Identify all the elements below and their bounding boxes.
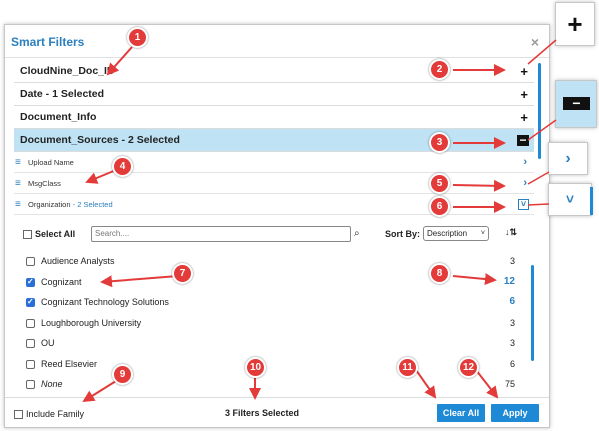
arrow-1: [106, 46, 133, 76]
connector-plus: [527, 39, 557, 65]
connector-chevron-down: [527, 203, 550, 206]
callout-8: 8: [429, 263, 450, 284]
callout-3: 3: [429, 132, 450, 153]
callout-11: 11: [397, 357, 418, 378]
arrow-7: [100, 275, 179, 288]
annotation-arrows: [82, 39, 557, 403]
callout-9: 9: [112, 364, 133, 385]
callout-2: 2: [429, 59, 450, 80]
arrow-12: [475, 369, 499, 399]
callout-5: 5: [429, 173, 450, 194]
callout-6: 6: [429, 196, 450, 217]
arrow-8: [452, 273, 497, 286]
arrow-5: [452, 179, 506, 192]
callout-7: 7: [172, 263, 193, 284]
stage: Smart Filters × CloudNine_Doc_ID + Date …: [0, 0, 599, 431]
arrow-4: [85, 169, 117, 184]
callout-12: 12: [458, 357, 479, 378]
callout-1: 1: [127, 27, 148, 48]
arrow-11: [415, 369, 437, 399]
callout-10: 10: [245, 357, 266, 378]
connector-minus: [527, 119, 557, 141]
arrow-9: [82, 380, 117, 403]
callout-4: 4: [112, 156, 133, 177]
connector-chevron-right: [527, 171, 550, 185]
